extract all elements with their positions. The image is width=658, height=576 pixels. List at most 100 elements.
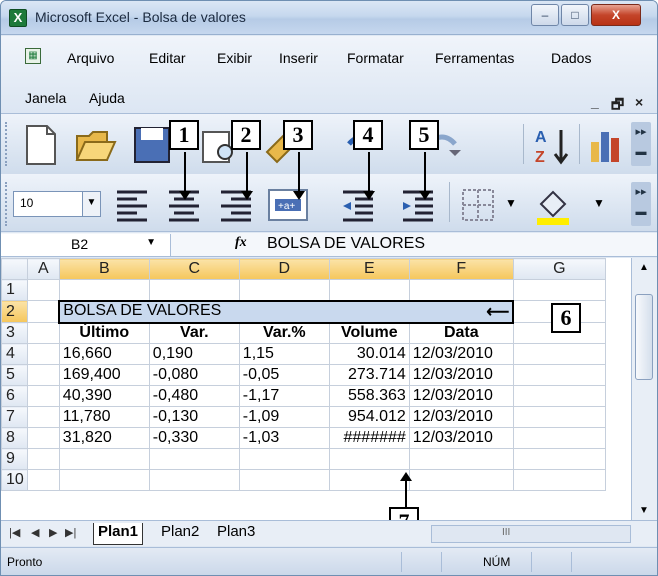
cell[interactable] — [26, 364, 60, 386]
cell[interactable]: 12/03/2010 — [408, 385, 514, 407]
cell[interactable]: -1,17 — [238, 385, 330, 407]
row-header[interactable]: 1 — [1, 279, 28, 301]
menu-ferramentas[interactable]: Ferramentas — [435, 50, 514, 66]
cell[interactable]: 11,780 — [58, 406, 150, 428]
cell[interactable] — [512, 448, 606, 470]
first-sheet-icon[interactable]: |◀ — [9, 526, 20, 539]
cell[interactable] — [512, 427, 606, 449]
row-header[interactable]: 9 — [1, 448, 28, 470]
column-header-b[interactable]: B — [58, 258, 150, 280]
cell[interactable]: 12/03/2010 — [408, 343, 514, 365]
row-header[interactable]: 5 — [1, 364, 28, 386]
insert-function-icon[interactable]: fx — [235, 235, 247, 251]
chevron-down-icon[interactable]: ▼ — [146, 237, 156, 248]
fill-color-icon[interactable] — [531, 182, 577, 228]
cell[interactable] — [512, 406, 606, 428]
cell[interactable]: 40,390 — [58, 385, 150, 407]
column-header-c[interactable]: C — [148, 258, 240, 280]
title-merged-cell[interactable]: BOLSA DE VALORES ⟵ — [58, 299, 515, 324]
minimize-button[interactable]: – — [531, 4, 559, 26]
row-header[interactable]: 3 — [1, 322, 28, 344]
scroll-up-icon[interactable]: ▲ — [639, 262, 649, 273]
cell[interactable] — [238, 448, 330, 470]
menu-dados[interactable]: Dados — [551, 50, 591, 66]
cell[interactable]: 30.014 — [328, 343, 410, 365]
cell[interactable] — [26, 427, 60, 449]
cell[interactable] — [512, 385, 606, 407]
row-header[interactable]: 8 — [1, 427, 28, 449]
cell[interactable] — [512, 279, 606, 301]
sheet-tab-plan3[interactable]: Plan3 — [213, 523, 259, 545]
header-cell[interactable]: Data — [408, 322, 514, 344]
scroll-down-icon[interactable]: ▼ — [639, 505, 649, 516]
toolbar-options-button[interactable]: ▸▸ ▬ — [631, 122, 651, 166]
chart-wizard-icon[interactable] — [583, 122, 629, 168]
align-left-icon[interactable] — [109, 182, 155, 228]
menu-formatar[interactable]: Formatar — [347, 50, 404, 66]
cell-overflow[interactable]: ####### — [328, 427, 410, 449]
cell[interactable] — [148, 469, 240, 491]
header-cell[interactable]: Volume — [328, 322, 410, 344]
cell[interactable]: 169,400 — [58, 364, 150, 386]
cell[interactable] — [26, 300, 60, 323]
cell[interactable] — [328, 469, 410, 491]
name-box[interactable]: B2 ▼ — [1, 234, 171, 256]
cell[interactable] — [328, 279, 410, 301]
cell[interactable] — [26, 406, 60, 428]
header-cell[interactable]: Último — [58, 322, 150, 344]
decrease-indent-icon[interactable] — [335, 182, 381, 228]
increase-indent-icon[interactable] — [395, 182, 441, 228]
header-cell[interactable]: Var.% — [238, 322, 330, 344]
scroll-thumb[interactable] — [635, 294, 653, 380]
column-header-f[interactable]: F — [408, 258, 514, 280]
align-right-icon[interactable] — [213, 182, 259, 228]
toolbar-grip[interactable] — [5, 122, 9, 166]
cell[interactable] — [26, 279, 60, 301]
cell[interactable]: -1,03 — [238, 427, 330, 449]
cell[interactable]: -0,480 — [148, 385, 240, 407]
cell[interactable]: 954.012 — [328, 406, 410, 428]
cell[interactable]: 16,660 — [58, 343, 150, 365]
row-header[interactable]: 10 — [1, 469, 28, 491]
doc-minimize-button[interactable]: _ — [591, 94, 599, 110]
header-cell[interactable]: Var. — [148, 322, 240, 344]
cell[interactable]: 558.363 — [328, 385, 410, 407]
chevron-down-icon[interactable]: ▼ — [593, 196, 605, 210]
vertical-scrollbar[interactable]: ▲ ▼ — [631, 258, 657, 520]
toolbar-options-button[interactable]: ▸▸ ▬ — [631, 182, 651, 226]
menu-inserir[interactable]: Inserir — [279, 50, 318, 66]
cell[interactable] — [26, 343, 60, 365]
row-header[interactable]: 2 — [1, 300, 28, 323]
cell[interactable] — [238, 279, 330, 301]
maximize-button[interactable]: □ — [561, 4, 589, 26]
cell[interactable] — [512, 343, 606, 365]
cell[interactable]: -1,09 — [238, 406, 330, 428]
doc-close-button[interactable]: × — [635, 94, 643, 110]
prev-sheet-icon[interactable]: ◀ — [31, 526, 39, 539]
chevron-down-icon[interactable]: ▼ — [82, 192, 100, 216]
column-header-d[interactable]: D — [238, 258, 330, 280]
new-document-icon[interactable] — [17, 122, 63, 168]
toolbar-grip[interactable] — [5, 182, 9, 226]
sheet-tab-plan1[interactable]: Plan1 — [93, 523, 144, 545]
cell[interactable] — [26, 469, 60, 491]
sheet-tab-plan2[interactable]: Plan2 — [157, 523, 203, 545]
chevron-down-icon[interactable]: ▼ — [505, 196, 517, 210]
column-header-a[interactable]: A — [26, 258, 60, 280]
scroll-grip[interactable]: III — [502, 527, 510, 538]
column-header-g[interactable]: G — [512, 258, 606, 280]
workbook-icon[interactable]: ▦ — [25, 48, 41, 64]
cell[interactable] — [408, 448, 514, 470]
font-size-select[interactable]: 10 ▼ — [13, 191, 101, 217]
merge-and-center-icon[interactable]: +a+ — [265, 182, 311, 228]
cell[interactable] — [58, 279, 150, 301]
column-header-e[interactable]: E — [328, 258, 410, 280]
row-header[interactable]: 6 — [1, 385, 28, 407]
menu-janela[interactable]: Janela — [25, 90, 66, 106]
menu-exibir[interactable]: Exibir — [217, 50, 252, 66]
cell[interactable]: 273.714 — [328, 364, 410, 386]
excel-app-icon[interactable]: X — [9, 9, 27, 27]
cell[interactable] — [26, 385, 60, 407]
cell[interactable]: 31,820 — [58, 427, 150, 449]
menu-arquivo[interactable]: Arquivo — [67, 50, 114, 66]
